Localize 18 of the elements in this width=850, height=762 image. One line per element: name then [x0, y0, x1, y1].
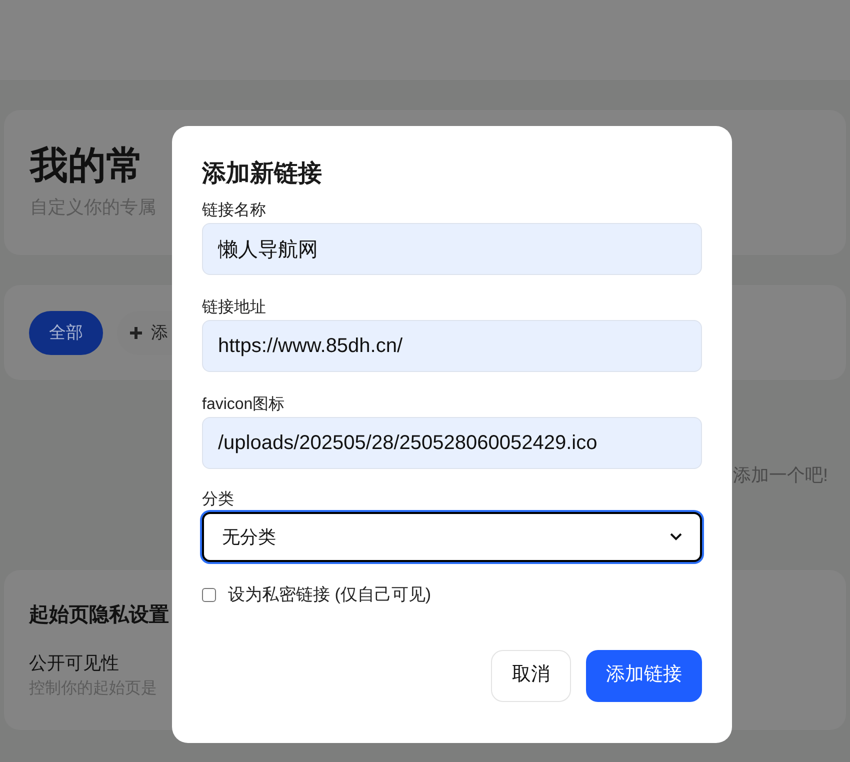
field-label: favicon图标 — [202, 395, 285, 415]
input-field[interactable]: https://www.85dh.cn/ — [202, 320, 702, 372]
filter-tab[interactable]: 全部 — [29, 310, 103, 354]
plus-icon — [129, 326, 143, 340]
dialog-title: 添加新链接 — [202, 159, 322, 189]
field-label: 链接名称 — [202, 200, 266, 221]
setting-label: 公开可见性 — [29, 652, 119, 675]
add-link-button[interactable]: 添加链接 — [586, 650, 702, 702]
checkbox-label: 设为私密链接 (仅自己可见) — [228, 584, 432, 606]
field-label: 链接地址 — [202, 298, 266, 318]
page-title: 我的常 — [30, 144, 144, 189]
section-title: 起始页隐私设置 — [29, 603, 169, 628]
checkbox[interactable] — [202, 588, 216, 602]
field-label: 分类 — [202, 490, 234, 510]
cancel-button[interactable]: 取消 — [491, 650, 571, 702]
chevron-down-icon — [670, 533, 682, 541]
input-field[interactable]: /uploads/202505/28/250528060052429.ico — [202, 417, 702, 469]
category-select[interactable]: 无分类 — [202, 512, 702, 562]
